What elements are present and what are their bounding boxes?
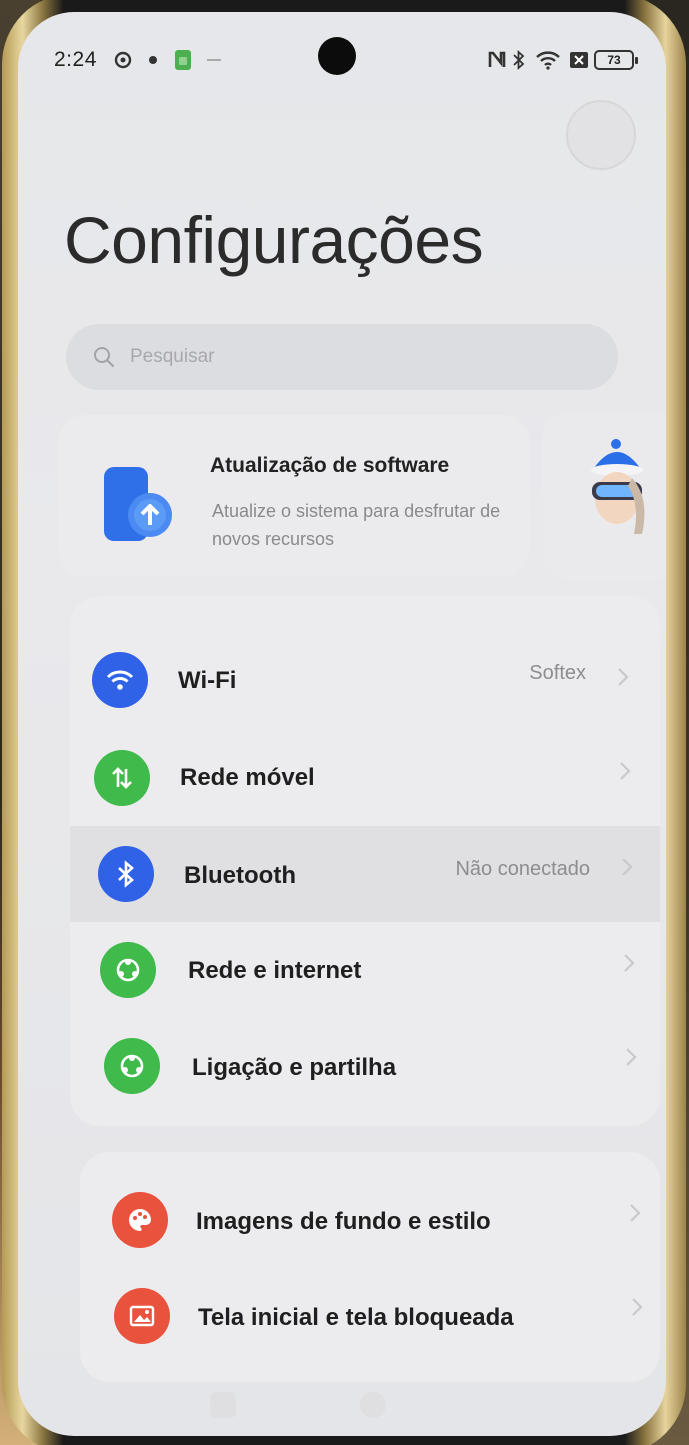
recent-apps-button[interactable]	[210, 1392, 236, 1418]
status-time: 2:24	[54, 48, 97, 71]
vr-character-illustration	[591, 439, 645, 534]
chevron-right-icon	[626, 1048, 637, 1066]
row-value-wifi: Softex	[529, 662, 586, 684]
chevron-right-icon	[630, 1204, 641, 1222]
settings-screen: 2:24 73 Configurações Pesquisar Atualiza…	[18, 12, 666, 1436]
x-box-icon	[568, 50, 590, 70]
row-label-bluetooth: Bluetooth	[184, 862, 296, 889]
wifi-icon	[534, 50, 562, 70]
mobile-data-icon	[94, 750, 150, 806]
update-card-title: Atualização de software	[210, 454, 450, 477]
connectivity-settings-group: Wi-Fi Softex Rede móvel Bluetooth Não co…	[70, 596, 660, 1126]
chevron-right-icon	[624, 954, 635, 972]
settings-row-network-internet[interactable]: Rede e internet	[70, 922, 660, 1018]
settings-row-wallpaper-style[interactable]: Imagens de fundo e estilo	[80, 1172, 660, 1268]
software-update-icon	[104, 467, 172, 541]
account-avatar[interactable]	[566, 100, 636, 170]
search-input[interactable]	[130, 346, 550, 368]
search-bar[interactable]	[66, 324, 618, 390]
chevron-right-icon	[622, 858, 633, 876]
sim-card-icon	[172, 50, 194, 70]
settings-row-connection-sharing[interactable]: Ligação e partilha	[70, 1018, 660, 1114]
search-icon	[94, 347, 114, 367]
dash-icon	[206, 50, 222, 70]
page-title: Configurações	[64, 203, 484, 277]
settings-row-bluetooth[interactable]: Bluetooth Não conectado	[70, 826, 660, 922]
settings-row-home-lock-screen[interactable]: Tela inicial e tela bloqueada	[80, 1268, 660, 1364]
personalization-settings-group: Imagens de fundo e estilo Tela inicial e…	[80, 1152, 660, 1382]
home-button[interactable]	[360, 1392, 386, 1418]
notification-dot-icon	[146, 50, 160, 70]
nfc-icon	[486, 50, 508, 70]
navigation-bar	[18, 1386, 666, 1436]
row-label-network-internet: Rede e internet	[188, 957, 362, 984]
share-icon	[104, 1038, 160, 1094]
row-label-connection-sharing: Ligação e partilha	[192, 1054, 397, 1081]
settings-gear-icon	[112, 50, 134, 70]
row-value-bluetooth: Não conectado	[455, 858, 590, 880]
update-card-description: Atualize o sistema para desfrutar de nov…	[212, 501, 501, 549]
software-update-card[interactable]: Atualização de software Atualize o siste…	[58, 415, 530, 577]
row-label-home-lock-screen: Tela inicial e tela bloqueada	[198, 1304, 514, 1331]
chevron-right-icon	[620, 762, 631, 780]
back-button[interactable]	[510, 1392, 536, 1418]
chevron-right-icon	[632, 1298, 643, 1316]
bluetooth-icon	[512, 50, 526, 70]
battery-icon: 73	[594, 50, 638, 70]
row-label-wallpaper-style: Imagens de fundo e estilo	[196, 1208, 491, 1235]
row-label-mobile-network: Rede móvel	[180, 764, 315, 791]
settings-row-mobile-network[interactable]: Rede móvel	[70, 730, 660, 826]
row-label-wifi: Wi-Fi	[178, 667, 237, 694]
wifi-icon	[92, 652, 148, 708]
network-icon	[100, 942, 156, 998]
bluetooth-icon	[98, 846, 154, 902]
image-icon	[114, 1288, 170, 1344]
palette-icon	[112, 1192, 168, 1248]
promo-card[interactable]	[542, 412, 666, 580]
status-bar: 2:24 73	[54, 48, 638, 76]
settings-row-wifi[interactable]: Wi-Fi Softex	[70, 632, 660, 728]
chevron-right-icon	[618, 668, 629, 686]
